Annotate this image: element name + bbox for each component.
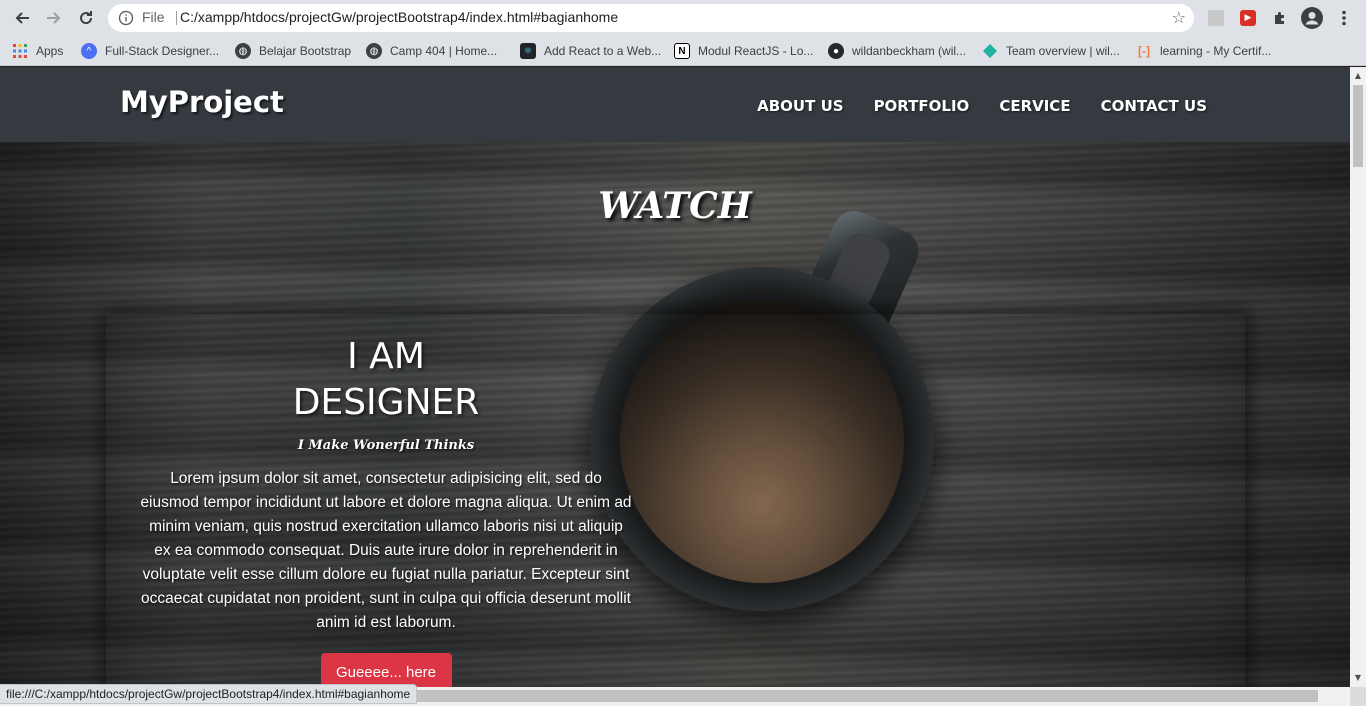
bookmark-fullstack[interactable]: ^ Full-Stack Designer... <box>81 42 219 60</box>
omnibox-divider <box>176 11 177 25</box>
reload-icon[interactable] <box>74 6 98 30</box>
address-bar[interactable]: File C:/xampp/htdocs/projectGw/projectBo… <box>108 4 1194 32</box>
scrollbar-corner <box>1350 687 1366 706</box>
extensions-puzzle-icon[interactable] <box>1270 8 1290 28</box>
bookmark-label: Modul ReactJS - Lo... <box>698 44 814 58</box>
bookmark-learning[interactable]: [-] learning - My Certif... <box>1136 42 1271 60</box>
intro-title: I AM DESIGNER <box>292 336 480 423</box>
scrollbar-thumb[interactable] <box>1353 85 1363 167</box>
extension-video-icon[interactable]: ▶ <box>1238 8 1258 28</box>
intro-paragraph: Lorem ipsum dolor sit amet, consectetur … <box>140 470 632 631</box>
intro-card: I AM DESIGNER I Make Wonerful Thinks Lor… <box>106 314 1245 687</box>
profile-avatar-icon[interactable] <box>1300 6 1324 30</box>
bookmark-label: wildanbeckham (wil... <box>852 44 967 58</box>
bookmark-label: learning - My Certif... <box>1160 44 1272 58</box>
info-icon[interactable] <box>118 10 134 26</box>
browser-toolbar: File C:/xampp/htdocs/projectGw/projectBo… <box>0 0 1366 36</box>
bookmark-label: Belajar Bootstrap <box>259 44 352 58</box>
navbar: MyProject ABOUT US PORTFOLIO CERVICE CON… <box>0 67 1350 142</box>
status-bar: file:///C:/xampp/htdocs/projectGw/projec… <box>0 684 418 704</box>
bookmark-label: Add React to a Web... <box>544 44 662 58</box>
circle-icon: ^ <box>81 43 97 59</box>
bracket-icon: [-] <box>1138 44 1150 58</box>
hero-heading: WATCH <box>598 185 752 227</box>
bookmark-camp404[interactable]: ◍ Camp 404 | Home... <box>366 42 497 60</box>
forward-icon[interactable] <box>42 6 66 30</box>
notion-icon: N <box>674 43 690 59</box>
bookmark-label: Apps <box>36 44 64 58</box>
bookmark-label: Team overview | wil... <box>1006 44 1120 58</box>
nav-menu: ABOUT US PORTFOLIO CERVICE CONTACT US <box>727 97 1207 115</box>
page-viewport: MyProject ABOUT US PORTFOLIO CERVICE CON… <box>0 67 1350 687</box>
intro-content: I AM DESIGNER I Make Wonerful Thinks Lor… <box>136 334 636 687</box>
bookmark-github[interactable]: ● wildanbeckham (wil... <box>828 42 966 60</box>
bookmark-team[interactable]: Team overview | wil... <box>982 42 1120 60</box>
bookmark-label: Full-Stack Designer... <box>105 44 220 58</box>
globe-icon: ◍ <box>235 43 251 59</box>
star-icon[interactable]: ☆ <box>1172 8 1186 27</box>
react-icon: ⚛ <box>520 43 536 59</box>
cta-button[interactable]: Gueeee... here <box>320 653 452 687</box>
scroll-up-icon[interactable]: ▲ <box>1353 71 1363 81</box>
menu-dots-icon[interactable] <box>1334 8 1354 28</box>
nav-link-about[interactable]: ABOUT US <box>757 97 843 115</box>
nav-link-service[interactable]: CERVICE <box>999 97 1070 115</box>
vertical-scrollbar[interactable]: ▲ ▼ <box>1350 67 1366 687</box>
bookmark-notion[interactable]: N Modul ReactJS - Lo... <box>674 42 813 60</box>
bookmark-bootstrap[interactable]: ◍ Belajar Bootstrap <box>235 42 351 60</box>
globe-icon: ◍ <box>366 43 382 59</box>
back-icon[interactable] <box>10 6 34 30</box>
intro-subtitle: I Make Wonerful Thinks <box>297 438 475 453</box>
diamond-icon <box>982 43 998 59</box>
nav-link-portfolio[interactable]: PORTFOLIO <box>874 97 970 115</box>
bookmark-apps[interactable]: Apps <box>12 42 63 60</box>
apps-grid-icon <box>12 43 28 59</box>
bookmark-label: Camp 404 | Home... <box>390 44 498 58</box>
extension-pdf-icon[interactable] <box>1206 8 1226 28</box>
file-label: File <box>142 9 165 25</box>
url-text[interactable]: C:/xampp/htdocs/projectGw/projectBootstr… <box>180 9 618 25</box>
bookmarks-bar: Apps ^ Full-Stack Designer... ◍ Belajar … <box>0 36 1366 66</box>
brand-logo[interactable]: MyProject <box>120 85 284 119</box>
scroll-down-icon[interactable]: ▼ <box>1353 673 1363 683</box>
bookmark-react[interactable]: ⚛ Add React to a Web... <box>520 42 661 60</box>
github-icon: ● <box>828 43 844 59</box>
nav-link-contact[interactable]: CONTACT US <box>1101 97 1207 115</box>
